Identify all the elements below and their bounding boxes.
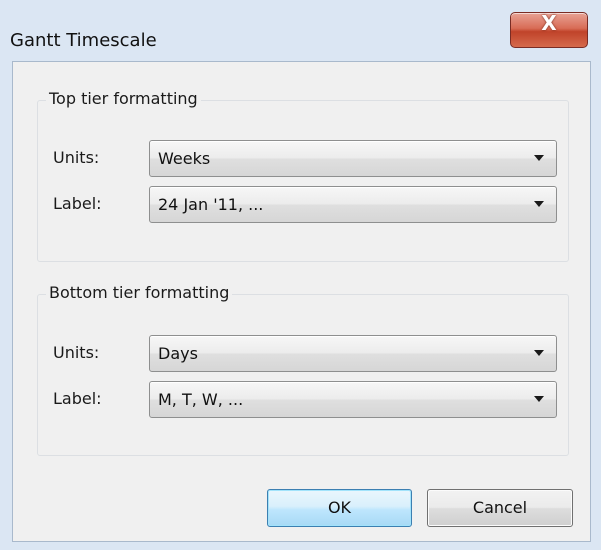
chevron-down-icon (534, 396, 544, 402)
bottom-tier-label-label: Label: (53, 389, 102, 408)
gantt-timescale-dialog: Gantt Timescale X Top tier formatting Un… (0, 0, 601, 550)
bottom-tier-units-value: Days (158, 344, 198, 363)
top-tier-units-label: Units: (53, 148, 100, 167)
chevron-down-icon (534, 201, 544, 207)
chevron-down-icon (534, 350, 544, 356)
bottom-tier-label-dropdown[interactable]: M, T, W, ... (149, 381, 557, 418)
chevron-down-icon (534, 155, 544, 161)
top-tier-group: Top tier formatting (37, 89, 569, 262)
bottom-tier-legend: Bottom tier formatting (46, 283, 233, 302)
close-button[interactable]: X (510, 11, 588, 48)
close-icon: X (541, 11, 557, 35)
top-tier-label-dropdown[interactable]: 24 Jan '11, ... (149, 186, 557, 223)
window-title: Gantt Timescale (10, 30, 157, 51)
top-tier-label-label: Label: (53, 194, 102, 213)
dialog-client-area: Top tier formatting Units: Weeks Label: … (12, 61, 591, 542)
bottom-tier-group: Bottom tier formatting (37, 283, 569, 456)
bottom-tier-units-dropdown[interactable]: Days (149, 335, 557, 372)
bottom-tier-units-label: Units: (53, 343, 100, 362)
top-tier-units-dropdown[interactable]: Weeks (149, 140, 557, 177)
bottom-tier-label-value: M, T, W, ... (158, 390, 244, 409)
cancel-button[interactable]: Cancel (427, 489, 573, 527)
top-tier-legend: Top tier formatting (46, 89, 201, 108)
top-tier-label-value: 24 Jan '11, ... (158, 195, 264, 214)
ok-button[interactable]: OK (267, 489, 412, 527)
top-tier-units-value: Weeks (158, 149, 211, 168)
